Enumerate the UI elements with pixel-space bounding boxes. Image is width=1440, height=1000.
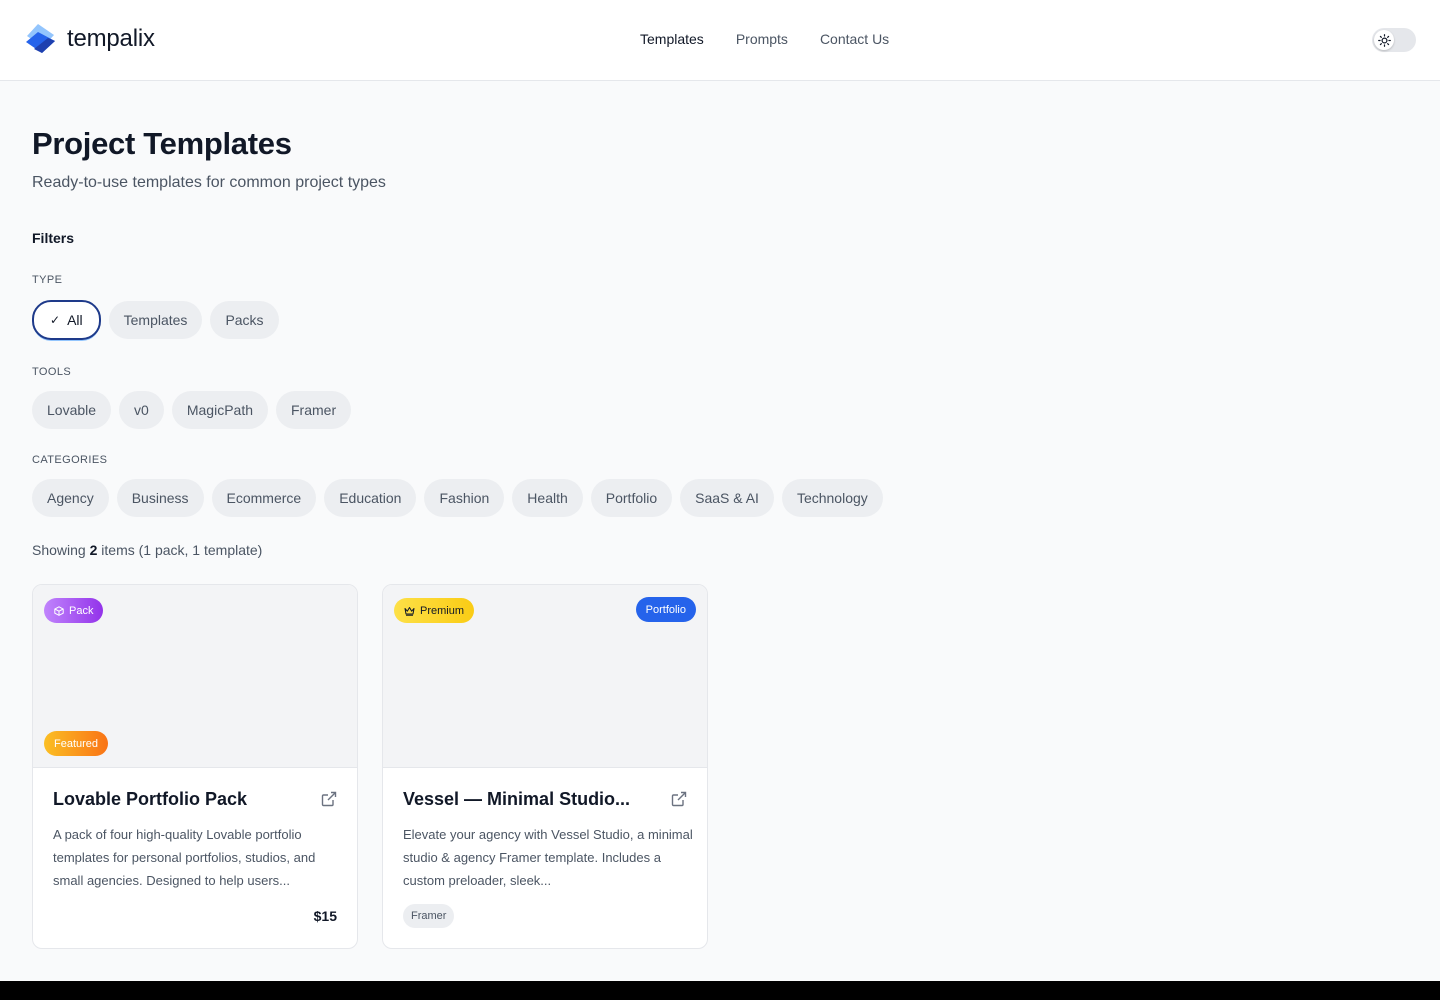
tool-chip-magicpath[interactable]: MagicPath — [171, 391, 268, 429]
category-chip-education[interactable]: Education — [324, 479, 417, 517]
chip-label: Packs — [225, 312, 264, 328]
type-chip-all[interactable]: ✓ All — [32, 300, 101, 340]
category-chip-technology[interactable]: Technology — [781, 479, 883, 517]
template-card[interactable]: Premium Portfolio Vessel — Minimal Studi… — [382, 584, 708, 949]
external-link-icon[interactable] — [321, 791, 337, 807]
chip-label: Portfolio — [605, 490, 658, 506]
card-description: A pack of four high-quality Lovable port… — [53, 827, 316, 888]
top-bar: tempalix Templates Prompts Contact Us — [0, 0, 1440, 81]
nav-contact-us[interactable]: Contact Us — [820, 31, 889, 47]
category-chip-business[interactable]: Business — [116, 479, 204, 517]
nav-prompts[interactable]: Prompts — [736, 31, 788, 47]
chip-label: Agency — [47, 490, 94, 506]
tempalix-logo-icon — [26, 24, 55, 53]
category-chip-agency[interactable]: Agency — [32, 479, 109, 517]
chip-label: MagicPath — [186, 402, 253, 418]
brand[interactable]: tempalix — [24, 22, 155, 56]
chip-label: v0 — [134, 402, 149, 418]
external-link-icon[interactable] — [671, 791, 687, 807]
category-chip-fashion[interactable]: Fashion — [424, 479, 505, 517]
badge-label: Premium — [420, 604, 465, 617]
template-card[interactable]: Pack Featured Lovable Portfolio Pack A p… — [32, 584, 358, 949]
results-suffix: items (1 pack, 1 template) — [101, 542, 263, 558]
pack-badge: Pack — [44, 598, 104, 623]
featured-badge: Featured — [44, 731, 109, 756]
card-title: Vessel — Minimal Studio... — [403, 789, 631, 809]
card-description: Elevate your agency with Vessel Studio, … — [403, 827, 693, 888]
brand-name: tempalix — [67, 25, 155, 52]
chip-label: Technology — [796, 490, 868, 506]
chip-label: Business — [131, 490, 189, 506]
chip-label: Education — [339, 490, 402, 506]
type-filter-label: TYPE — [32, 274, 63, 286]
badge-label: Portfolio — [645, 603, 686, 616]
category-badge: Portfolio — [635, 597, 696, 622]
tool-tag: Framer — [403, 904, 455, 928]
chip-label: Ecommerce — [226, 490, 302, 506]
badge-label: Featured — [54, 737, 99, 750]
crown-icon — [404, 606, 415, 616]
categories-filter-label: CATEGORIES — [32, 454, 108, 466]
tools-filter-group: Lovable v0 MagicPath Framer — [32, 391, 352, 429]
premium-badge: Premium — [394, 598, 475, 623]
nav-templates[interactable]: Templates — [640, 31, 704, 47]
results-count: 2 — [89, 542, 98, 558]
main-nav: Templates Prompts Contact Us — [640, 31, 889, 47]
category-chip-ecommerce[interactable]: Ecommerce — [211, 479, 317, 517]
page-subtitle: Ready-to-use templates for common projec… — [32, 174, 386, 191]
chip-label: Lovable — [47, 402, 97, 418]
type-chip-templates[interactable]: Templates — [108, 301, 203, 339]
chip-label: Fashion — [439, 490, 490, 506]
results-prefix: Showing — [32, 542, 86, 558]
card-title: Lovable Portfolio Pack — [53, 789, 248, 809]
package-icon — [54, 605, 64, 616]
categories-filter-group: Agency Business Ecommerce Education Fash… — [32, 479, 883, 517]
page-title: Project Templates — [32, 126, 292, 161]
tool-chip-lovable[interactable]: Lovable — [32, 391, 112, 429]
theme-toggle[interactable] — [1372, 28, 1416, 52]
chip-label: Health — [527, 490, 568, 506]
chip-label: SaaS & AI — [695, 490, 759, 506]
tools-filter-label: TOOLS — [32, 366, 72, 378]
tool-chip-v0[interactable]: v0 — [119, 391, 164, 429]
chip-label: Templates — [123, 312, 188, 328]
chip-label: All — [67, 312, 83, 328]
badge-label: Pack — [69, 604, 94, 617]
category-chip-health[interactable]: Health — [512, 479, 583, 517]
sun-icon — [1377, 33, 1391, 47]
category-chip-portfolio[interactable]: Portfolio — [590, 479, 673, 517]
category-chip-saas-ai[interactable]: SaaS & AI — [680, 479, 774, 517]
check-icon: ✓ — [50, 313, 61, 327]
results-summary: Showing 2 items (1 pack, 1 template) — [32, 542, 262, 558]
type-chip-packs[interactable]: Packs — [210, 301, 279, 339]
bottom-bar — [0, 981, 1440, 1000]
toggle-knob — [1374, 30, 1394, 50]
chip-label: Framer — [291, 402, 337, 418]
card-price: $15 — [313, 908, 337, 924]
tool-chip-framer[interactable]: Framer — [276, 391, 352, 429]
type-filter-group: ✓ All Templates Packs — [32, 300, 279, 340]
filters-heading: Filters — [32, 230, 75, 246]
